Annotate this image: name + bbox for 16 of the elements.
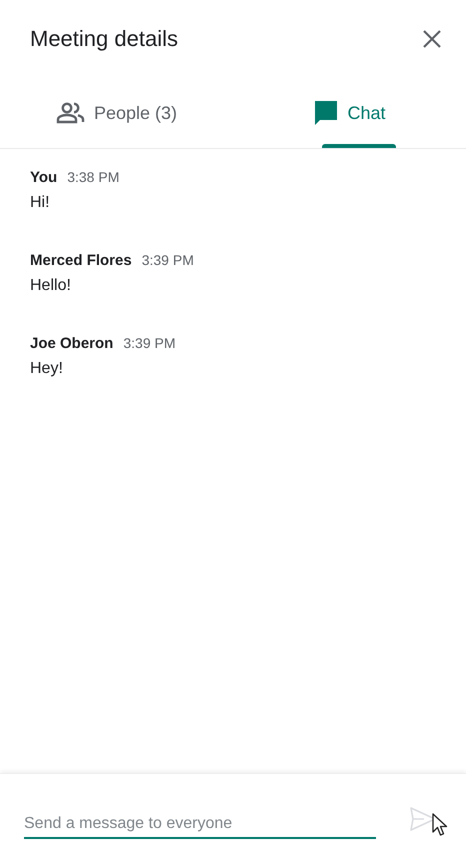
close-icon bbox=[422, 29, 442, 49]
sender-name: You bbox=[30, 169, 58, 186]
chat-icon bbox=[313, 100, 340, 126]
people-icon bbox=[56, 102, 86, 124]
tab[interactable]: People (3) bbox=[0, 78, 233, 148]
sender-name: Joe Oberon bbox=[30, 335, 114, 352]
message-time: 3:39 PM bbox=[142, 252, 194, 268]
message-time: 3:38 PM bbox=[67, 169, 120, 185]
mouse-pointer-icon bbox=[432, 813, 448, 837]
message-text: Hi! bbox=[30, 194, 51, 212]
message-time: 3:39 PM bbox=[123, 335, 176, 351]
panel-title: Meeting details bbox=[30, 26, 178, 52]
message-text: Hey! bbox=[30, 360, 64, 378]
sender-name: Merced Flores bbox=[30, 252, 132, 269]
tab[interactable]: Chat bbox=[233, 78, 466, 148]
message-text: Hello! bbox=[30, 277, 72, 295]
